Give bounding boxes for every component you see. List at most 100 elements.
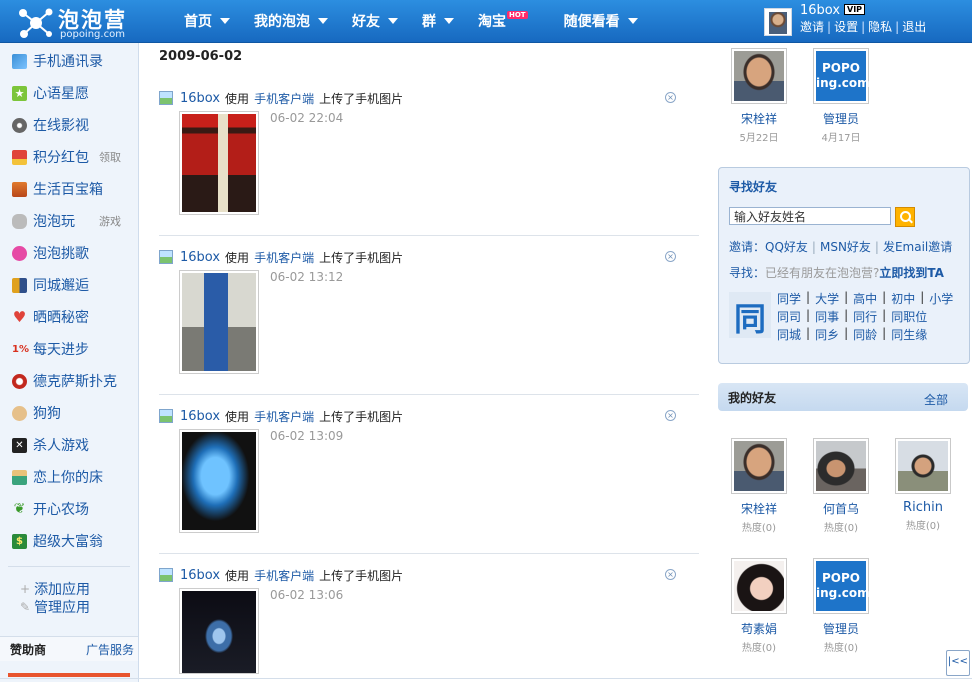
invite-email-link[interactable]: 发Email邀请 xyxy=(883,240,952,254)
collapse-sidebar-button[interactable]: |<< xyxy=(946,650,970,676)
category-classmates[interactable]: 同学 xyxy=(777,290,801,308)
mobile-client-link[interactable]: 手机客户端 xyxy=(254,90,314,107)
link-separator: | xyxy=(920,290,925,304)
visitor-card[interactable]: 宋栓祥 5月22日 xyxy=(727,48,791,144)
nav-groups[interactable]: 群 xyxy=(410,0,466,42)
sidebar-item-dogs[interactable]: 狗狗 xyxy=(12,403,136,423)
nav-home[interactable]: 首页 xyxy=(172,0,242,42)
chevron-down-icon[interactable] xyxy=(318,18,328,24)
friend-photo[interactable] xyxy=(731,558,787,614)
nav-my-bubbles[interactable]: 我的泡泡 xyxy=(242,0,340,42)
feed-photo-thumbnail[interactable] xyxy=(179,429,259,533)
feed-user-link[interactable]: 16box xyxy=(180,409,220,424)
nav-friends[interactable]: 好友 xyxy=(340,0,410,42)
sidebar-item-poker[interactable]: 德克萨斯扑克 xyxy=(12,371,136,391)
invite-qq-link[interactable]: QQ好友 xyxy=(765,240,808,254)
sidebar-item-bed[interactable]: 恋上你的床 xyxy=(12,467,136,487)
close-icon[interactable]: × xyxy=(665,569,676,580)
hot-badge: HOT xyxy=(507,11,528,19)
visitor-name[interactable]: 宋栓祥 xyxy=(727,110,791,127)
feed-user-link[interactable]: 16box xyxy=(180,250,220,265)
friend-name-search-input[interactable] xyxy=(729,207,891,225)
settings-link[interactable]: 设置 xyxy=(834,20,858,34)
add-app-button[interactable]: + 添加应用 xyxy=(20,580,90,598)
friend-photo[interactable] xyxy=(731,438,787,494)
search-button[interactable] xyxy=(895,207,915,227)
category-primary-school[interactable]: 小学 xyxy=(929,290,953,308)
sidebar-item-mafia[interactable]: ✕ 杀人游戏 xyxy=(12,435,136,455)
sidebar-item-music[interactable]: 泡泡挑歌 xyxy=(12,243,136,263)
friend-name[interactable]: Richin xyxy=(891,500,955,515)
sidebar-item-progress[interactable]: 1% 每天进步 xyxy=(12,339,136,359)
close-icon[interactable]: × xyxy=(665,92,676,103)
manage-apps-button[interactable]: ✎ 管理应用 xyxy=(20,598,90,616)
feed-photo-thumbnail[interactable] xyxy=(179,588,259,674)
sponsor-banner[interactable] xyxy=(8,673,130,677)
sidebar-item-wishes[interactable]: ★ 心语星愿 xyxy=(12,83,136,103)
friend-name[interactable]: 管理员 xyxy=(809,620,873,637)
category-same-industry[interactable]: 同行 xyxy=(853,308,877,326)
sidebar-item-monopoly[interactable]: $ 超级大富翁 xyxy=(12,531,136,551)
username[interactable]: 16box xyxy=(800,3,840,18)
category-same-age[interactable]: 同龄 xyxy=(853,326,877,344)
friend-photo[interactable]: POPO ing.com xyxy=(813,558,870,614)
feed-photo-thumbnail[interactable] xyxy=(179,111,259,215)
ad-service-link[interactable]: 广告服务 xyxy=(86,641,134,658)
visitor-photo[interactable]: POPO ing.com xyxy=(813,48,870,104)
view-all-friends-link[interactable]: 全部 xyxy=(924,391,948,408)
friend-card[interactable]: Richin 热度(0) xyxy=(891,438,955,532)
sidebar-item-games[interactable]: 泡泡玩 游戏 xyxy=(12,211,136,231)
chevron-down-icon[interactable] xyxy=(388,18,398,24)
visitor-photo[interactable] xyxy=(731,48,787,104)
sidebar-item-secrets[interactable]: ♥ 晒晒秘密 xyxy=(12,307,136,327)
find-them-link[interactable]: 立即找到TA xyxy=(879,266,944,280)
friend-name[interactable]: 宋栓祥 xyxy=(727,500,791,517)
category-same-birthday[interactable]: 同生缘 xyxy=(891,326,927,344)
category-same-position[interactable]: 同职位 xyxy=(891,308,927,326)
friend-card[interactable]: POPO ing.com 管理员 热度(0) xyxy=(809,558,873,654)
sidebar-item-movies[interactable]: 在线影视 xyxy=(12,115,136,135)
category-colleagues[interactable]: 同事 xyxy=(815,308,839,326)
site-logo[interactable]: 泡泡营 popoing.com xyxy=(16,4,144,40)
invite-msn-link[interactable]: MSN好友 xyxy=(820,240,871,254)
sidebar-item-phonebook[interactable]: 手机通讯录 xyxy=(12,51,136,71)
games-tag[interactable]: 游戏 xyxy=(99,213,121,229)
feed-photo-thumbnail[interactable] xyxy=(179,270,259,374)
claim-link[interactable]: 领取 xyxy=(99,149,121,165)
nav-taobao[interactable]: 淘宝 HOT xyxy=(466,0,552,42)
sidebar-item-lifebox[interactable]: 生活百宝箱 xyxy=(12,179,136,199)
mobile-client-link[interactable]: 手机客户端 xyxy=(254,249,314,266)
chevron-down-icon[interactable] xyxy=(444,18,454,24)
friend-name[interactable]: 苟素娟 xyxy=(727,620,791,637)
mobile-client-link[interactable]: 手机客户端 xyxy=(254,567,314,584)
close-icon[interactable]: × xyxy=(665,251,676,262)
sidebar-item-points[interactable]: 积分红包 领取 xyxy=(12,147,136,167)
invite-link[interactable]: 邀请 xyxy=(800,20,824,34)
friend-card[interactable]: 何首乌 热度(0) xyxy=(809,438,873,534)
category-high-school[interactable]: 高中 xyxy=(853,290,877,308)
friend-name[interactable]: 何首乌 xyxy=(809,500,873,517)
feed-user-link[interactable]: 16box xyxy=(180,91,220,106)
visitor-name[interactable]: 管理员 xyxy=(809,110,873,127)
logout-link[interactable]: 退出 xyxy=(902,20,926,34)
feed-user-link[interactable]: 16box xyxy=(180,568,220,583)
mobile-client-link[interactable]: 手机客户端 xyxy=(254,408,314,425)
category-university[interactable]: 大学 xyxy=(815,290,839,308)
avatar[interactable] xyxy=(764,8,792,36)
friend-photo[interactable] xyxy=(813,438,869,494)
category-same-company[interactable]: 同司 xyxy=(777,308,801,326)
privacy-link[interactable]: 隐私 xyxy=(868,20,892,34)
friend-card[interactable]: 苟素娟 热度(0) xyxy=(727,558,791,654)
sidebar-item-encounter[interactable]: 同城邂逅 xyxy=(12,275,136,295)
friend-photo[interactable] xyxy=(895,438,951,494)
close-icon[interactable]: × xyxy=(665,410,676,421)
category-same-hometown[interactable]: 同乡 xyxy=(815,326,839,344)
chevron-down-icon[interactable] xyxy=(220,18,230,24)
nav-browse[interactable]: 随便看看 xyxy=(552,0,650,42)
chevron-down-icon[interactable] xyxy=(627,18,638,24)
category-same-city[interactable]: 同城 xyxy=(777,326,801,344)
friend-card[interactable]: 宋栓祥 热度(0) xyxy=(727,438,791,534)
category-middle-school[interactable]: 初中 xyxy=(891,290,915,308)
visitor-card[interactable]: POPO ing.com 管理员 4月17日 xyxy=(809,48,873,144)
sidebar-item-farm[interactable]: ❦ 开心农场 xyxy=(12,499,136,519)
